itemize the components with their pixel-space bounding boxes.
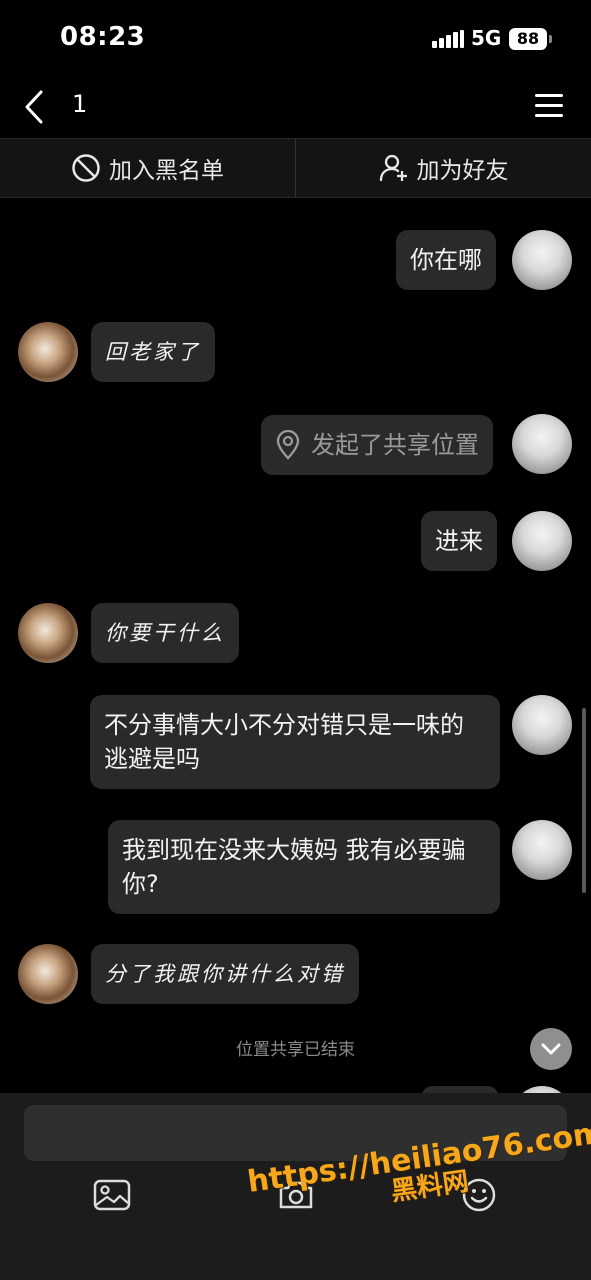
message-bubble[interactable]: 回老家了 — [91, 322, 215, 382]
avatar[interactable] — [512, 1086, 572, 1093]
network-type: 5G — [471, 26, 502, 50]
scroll-down-button[interactable] — [530, 1028, 572, 1070]
add-friend-label: 加为好友 — [416, 158, 509, 184]
scrollbar[interactable] — [582, 708, 586, 893]
status-time: 08:23 — [60, 22, 146, 52]
block-button[interactable]: 加入黑名单 — [0, 139, 295, 197]
message-bubble[interactable]: 不分事情大小不分对错只是一味的逃避是吗 — [90, 695, 500, 789]
action-bar: 加入黑名单 加为好友 — [0, 138, 591, 198]
person-add-icon — [379, 154, 407, 182]
chevron-down-icon — [541, 1043, 561, 1055]
signal-icon — [432, 30, 464, 48]
back-button[interactable] — [14, 84, 54, 130]
avatar[interactable] — [18, 322, 78, 382]
menu-button[interactable] — [535, 92, 565, 118]
image-icon — [93, 1179, 131, 1211]
location-share-text: 发起了共享位置 — [311, 431, 479, 459]
hamburger-icon — [535, 94, 563, 97]
system-notice: 位置共享已结束 — [236, 1040, 355, 1060]
avatar[interactable] — [512, 511, 572, 571]
avatar[interactable] — [18, 603, 78, 663]
avatar[interactable] — [512, 230, 572, 290]
location-share-bubble[interactable]: 发起了共享位置 — [261, 415, 493, 475]
message-bubble[interactable] — [421, 1086, 499, 1093]
block-icon — [72, 154, 100, 182]
image-button[interactable] — [92, 1177, 132, 1213]
battery-icon: 88 — [509, 28, 552, 50]
chat-title: 1 — [72, 90, 88, 118]
avatar[interactable] — [18, 944, 78, 1004]
message-bubble[interactable]: 进来 — [421, 511, 497, 571]
location-pin-icon — [276, 430, 300, 460]
message-bubble[interactable]: 你在哪 — [396, 230, 496, 290]
avatar[interactable] — [512, 414, 572, 474]
status-bar: 08:23 5G 88 — [0, 0, 591, 78]
avatar[interactable] — [512, 820, 572, 880]
add-friend-button[interactable]: 加为好友 — [295, 139, 591, 197]
chat-header: 1 — [0, 78, 591, 138]
chat-area[interactable]: 你在哪 回老家了 发起了共享位置 进来 你要干什么 不分事情大小不分对错只是一味… — [0, 198, 591, 1093]
chevron-left-icon — [25, 90, 43, 124]
avatar[interactable] — [512, 695, 572, 755]
message-bubble[interactable]: 分了我跟你讲什么对错 — [91, 944, 359, 1004]
block-label: 加入黑名单 — [109, 158, 224, 184]
message-bubble[interactable]: 你要干什么 — [91, 603, 239, 663]
message-bubble[interactable]: 我到现在没来大姨妈 我有必要骗你? — [108, 820, 500, 914]
